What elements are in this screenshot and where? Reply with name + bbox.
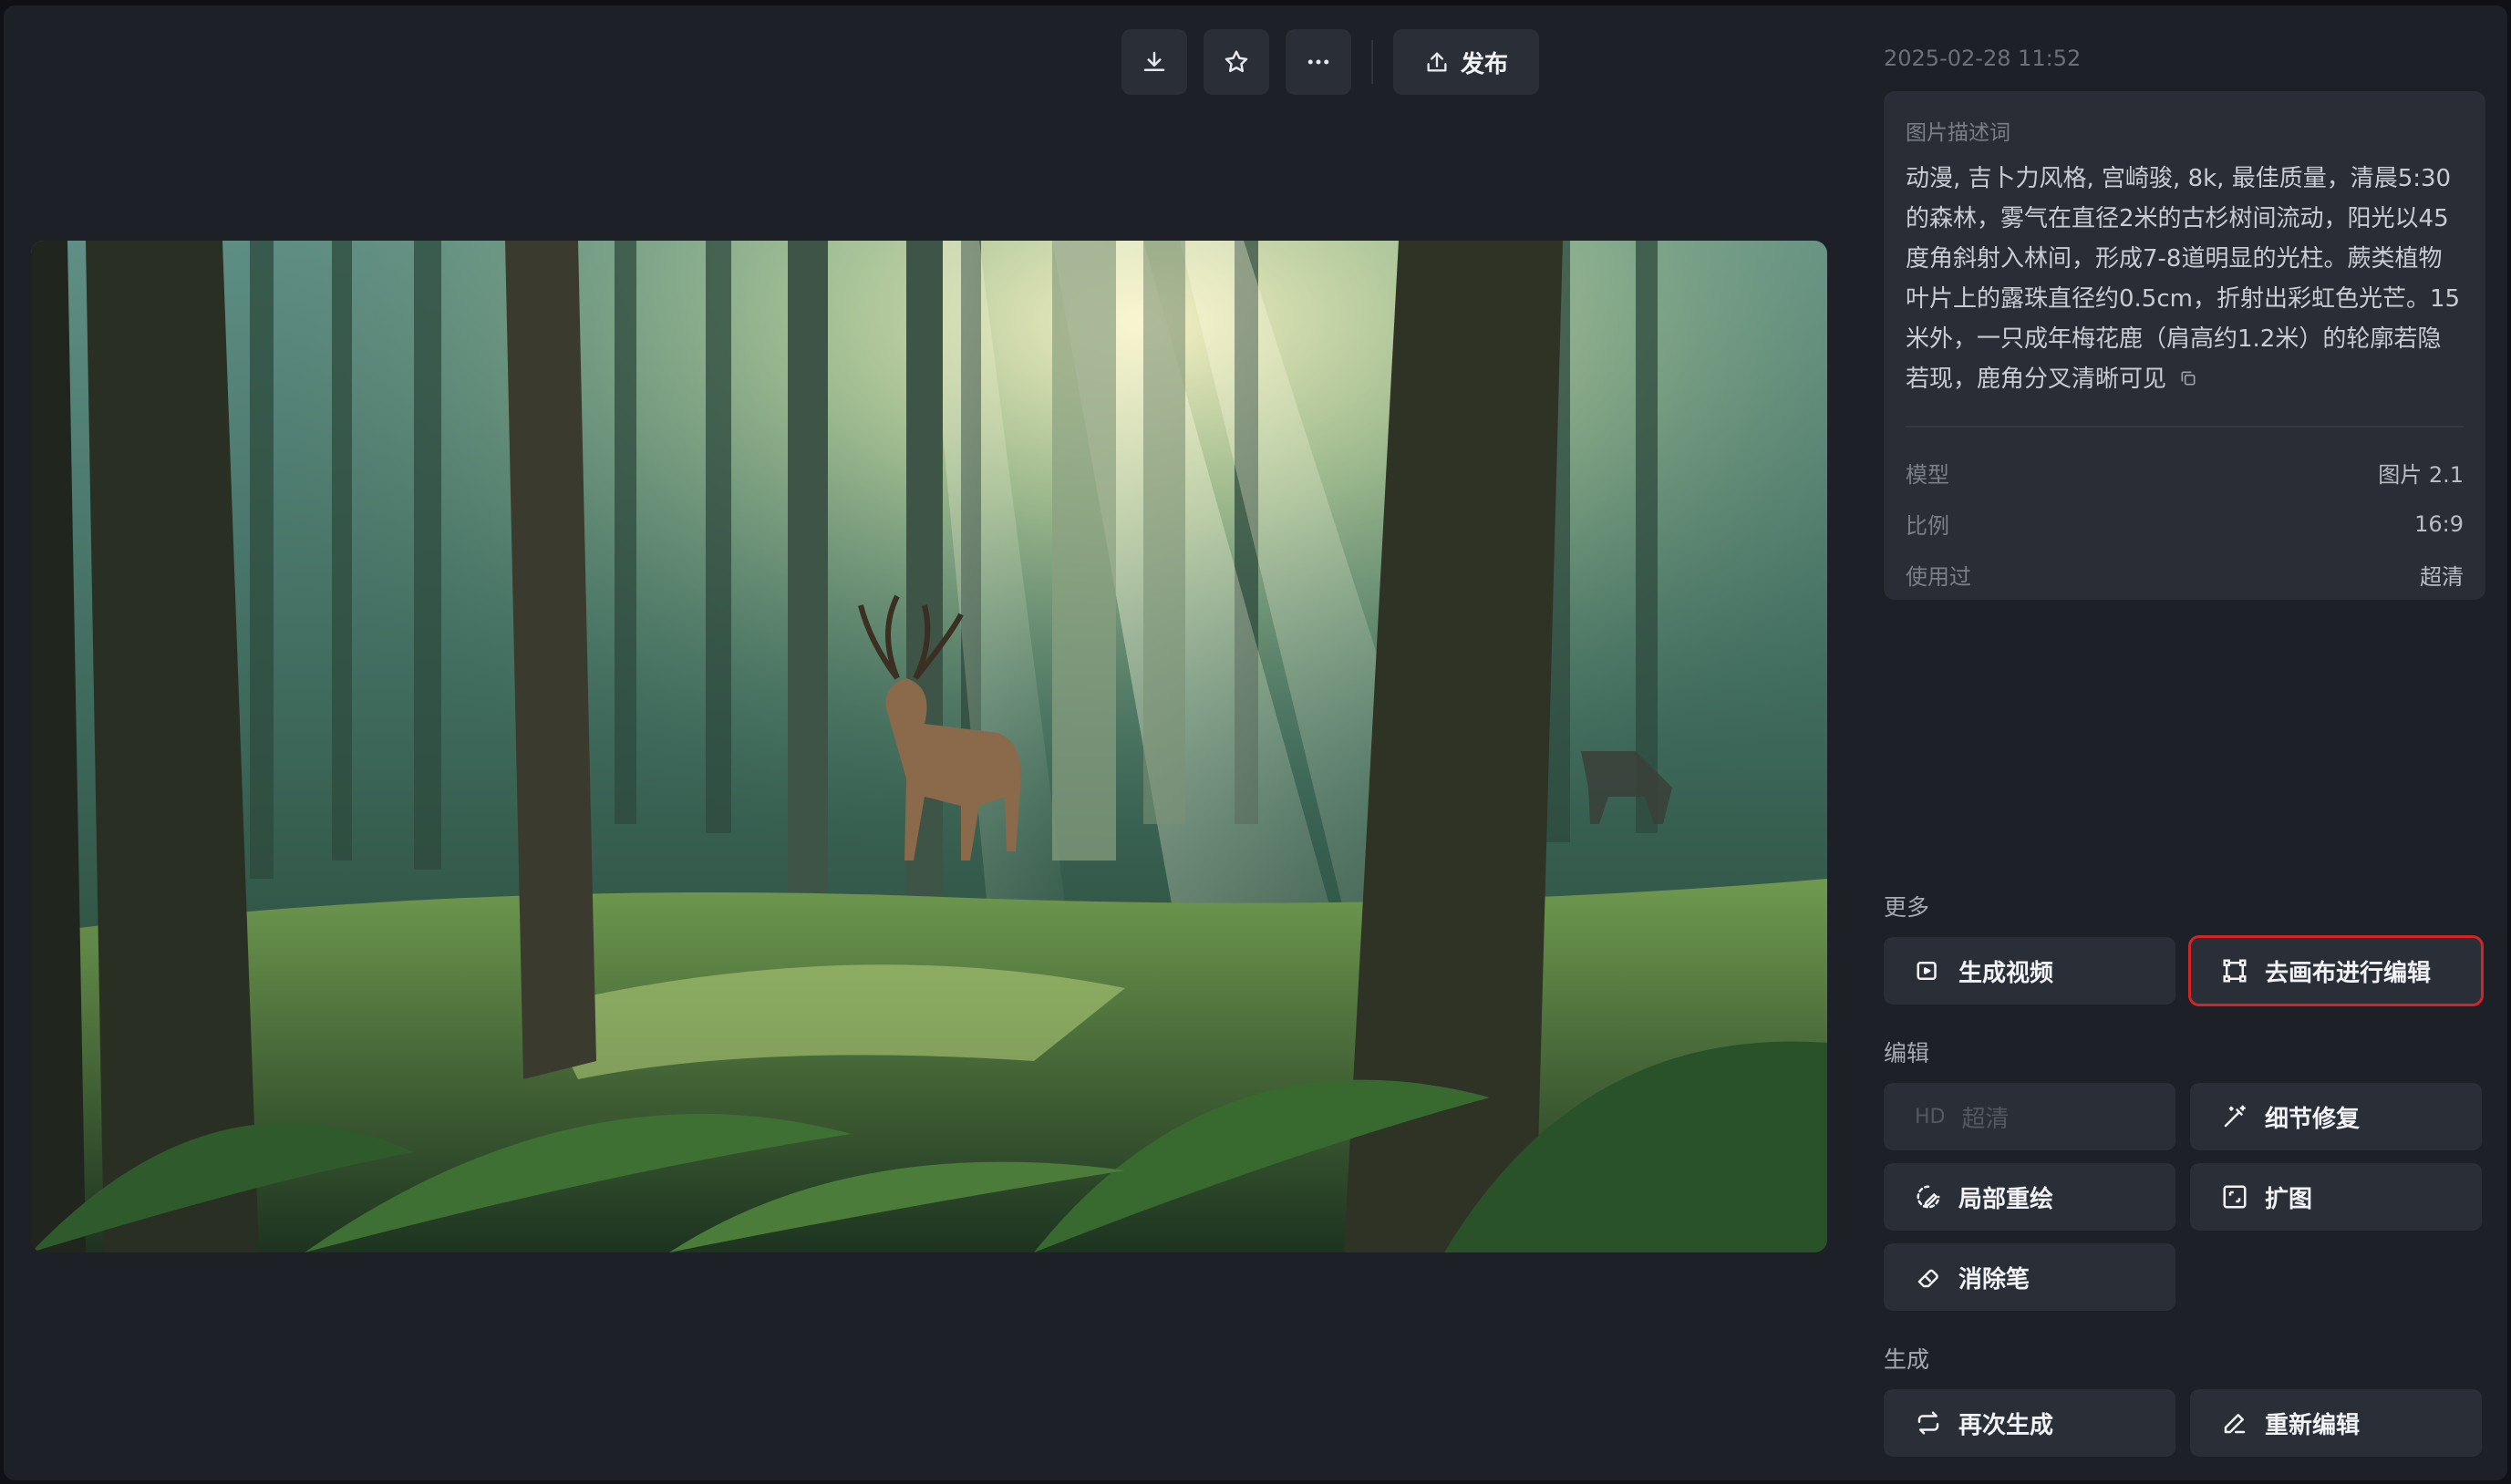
section-more-title: 更多 [1884,894,1930,921]
outpaint-button[interactable]: 扩图 [2190,1163,2482,1231]
upscale-button[interactable]: HD 超清 [1884,1083,2175,1150]
detail-repair-label: 细节修复 [2265,1105,2361,1133]
re-edit-button[interactable]: 重新编辑 [2190,1389,2482,1457]
detail-repair-button[interactable]: 细节修复 [2190,1083,2482,1150]
meta-value: 16:9 [2414,510,2464,537]
pencil-icon [2224,1414,2246,1434]
hd-tag: HD [1915,1105,1946,1128]
prompt-text: 动漫, 吉卜力风格, 宫崎骏, 8k, 最佳质量，清晨5:30的森林，雾气在直径… [1906,159,2464,400]
prompt-label: 图片描述词 [1906,121,2010,145]
inpaint-label: 局部重绘 [1958,1185,2054,1213]
app-window: 发布 2025-02-28 11:52 图片描述词 动漫, 吉卜力风格, 宫崎骏… [4,5,2507,1480]
outpaint-label: 扩图 [2265,1185,2313,1213]
regenerate-label: 再次生成 [1958,1411,2054,1439]
upload-icon [1427,52,1447,72]
canvas-edit-button[interactable]: 去画布进行编辑 [2188,935,2484,1006]
meta-key: 比例 [1906,513,1949,539]
card-divider [1906,425,2464,428]
publish-button[interactable]: 发布 [1392,29,1539,95]
generate-video-label: 生成视频 [1958,959,2054,987]
repeat-icon [1917,1411,1939,1435]
star-icon [1224,50,1248,73]
download-icon [1143,51,1165,71]
upscale-label: 超清 [1961,1105,2010,1133]
magic-wand-icon [2224,1105,2246,1128]
eraser-label: 消除笔 [1958,1265,2030,1293]
regenerate-button[interactable]: 再次生成 [1884,1389,2175,1457]
generated-image[interactable] [31,241,1827,1252]
eraser-icon [1917,1269,1938,1288]
meta-row-model: 模型 图片 2.1 [1906,448,2464,499]
more-button[interactable] [1285,29,1351,95]
copy-icon[interactable] [2179,360,2197,400]
download-button[interactable] [1121,29,1187,95]
video-icon [1917,962,1937,980]
toolbar-divider [1370,40,1373,84]
favorite-button[interactable] [1203,29,1269,95]
meta-row-used: 使用过 超清 [1906,550,2464,601]
top-toolbar: 发布 [1121,29,1539,95]
re-edit-label: 重新编辑 [2265,1411,2361,1439]
timestamp: 2025-02-28 11:52 [1884,46,2082,71]
generate-video-button[interactable]: 生成视频 [1884,937,2175,1005]
section-edit-title: 编辑 [1884,1040,1930,1067]
canvas-edit-label: 去画布进行编辑 [2265,959,2432,987]
more-icon [1307,59,1329,65]
brush-circle-icon [1917,1185,1940,1209]
meta-key: 使用过 [1906,564,1971,590]
prompt-card: 图片描述词 动漫, 吉卜力风格, 宫崎骏, 8k, 最佳质量，清晨5:30的森林… [1884,91,2485,600]
meta-row-ratio: 比例 16:9 [1906,499,2464,550]
prompt-content: 动漫, 吉卜力风格, 宫崎骏, 8k, 最佳质量，清晨5:30的森林，雾气在直径… [1906,165,2461,393]
section-generate-title: 生成 [1884,1346,1930,1373]
canvas-icon [2223,959,2247,983]
meta-value: 图片 2.1 [2378,462,2464,488]
meta-key: 模型 [1906,462,1949,488]
expand-icon [2223,1185,2247,1209]
meta-value: 超清 [2420,564,2464,590]
inpaint-button[interactable]: 局部重绘 [1884,1163,2175,1231]
publish-label: 发布 [1460,50,1508,78]
eraser-button[interactable]: 消除笔 [1884,1243,2175,1311]
